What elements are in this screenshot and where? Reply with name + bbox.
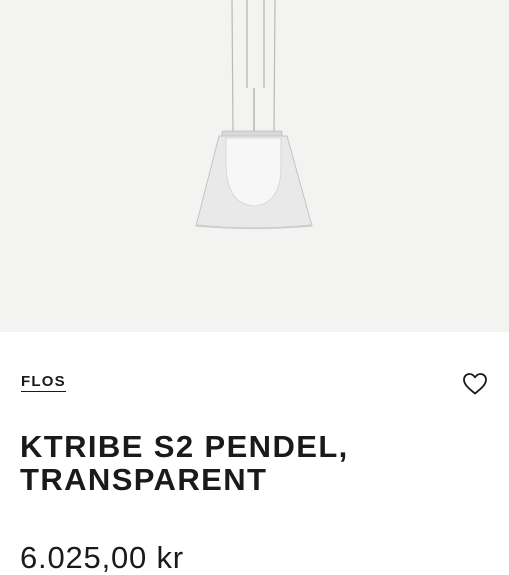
product-title-line-2: TRANSPARENT — [20, 462, 268, 497]
product-price: 6.025,00 kr — [20, 540, 184, 575]
heart-icon — [463, 373, 487, 395]
product-title-line-1: KTRIBE S2 PENDEL, — [20, 429, 349, 464]
product-image[interactable] — [0, 0, 509, 332]
wishlist-button[interactable] — [460, 370, 490, 398]
product-title: KTRIBE S2 PENDEL, TRANSPARENT — [20, 430, 480, 496]
product-page: FLOS KTRIBE S2 PENDEL, TRANSPARENT 6.025… — [0, 0, 509, 575]
brand-link[interactable]: FLOS — [21, 374, 66, 392]
pendant-lamp-image — [195, 0, 313, 229]
